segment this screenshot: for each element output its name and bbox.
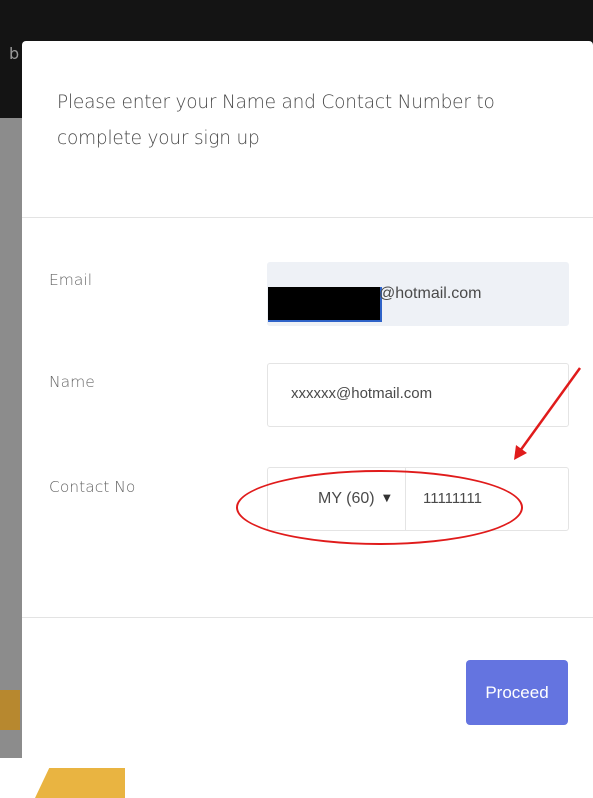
country-code-value: MY (60) <box>318 490 375 507</box>
background-orange-shape <box>0 690 20 730</box>
contact-number-input[interactable]: 11111111 <box>423 490 482 507</box>
name-label: Name <box>49 373 95 391</box>
email-label: Email <box>49 271 93 289</box>
caret-down-icon: ▼ <box>383 493 391 504</box>
proceed-button[interactable]: Proceed <box>466 660 568 725</box>
modal-footer-divider <box>22 617 593 618</box>
name-value: xxxxxx@hotmail.com <box>291 385 433 402</box>
country-code-select[interactable]: MY (60) ▼ <box>268 468 406 530</box>
email-value-suffix: @hotmail.com <box>379 285 482 302</box>
signup-modal: Please enter your Name and Contact Numbe… <box>22 41 593 768</box>
screenshot-stage: b Please enter your Name and Contact Num… <box>0 0 593 798</box>
modal-title: Please enter your Name and Contact Numbe… <box>57 92 495 149</box>
modal-header: Please enter your Name and Contact Numbe… <box>22 41 593 218</box>
email-redaction-box <box>268 287 382 322</box>
email-field: @hotmail.com <box>267 262 569 326</box>
contact-label: Contact No <box>49 478 136 496</box>
name-field[interactable]: xxxxxx@hotmail.com <box>267 363 569 427</box>
contact-field: MY (60) ▼ 11111111 <box>267 467 569 531</box>
background-topbar-letter: b <box>9 44 20 63</box>
